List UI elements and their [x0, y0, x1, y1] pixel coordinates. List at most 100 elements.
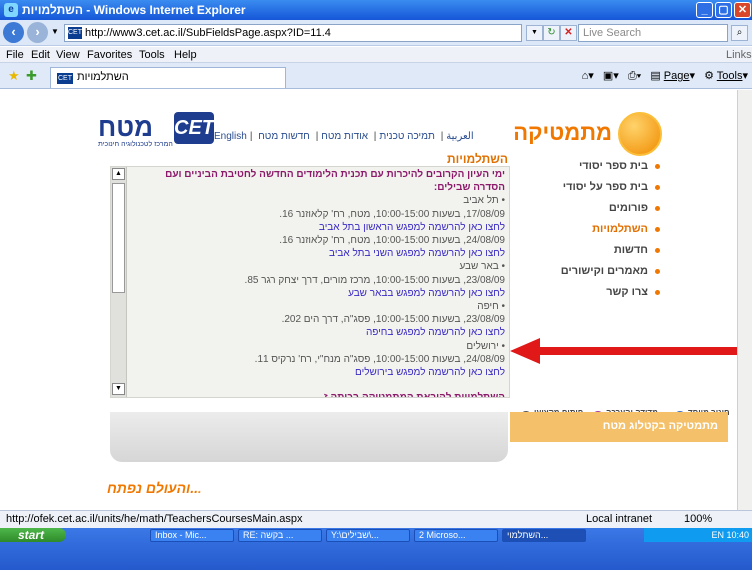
subject-button[interactable]: מדע וטכנולוגיה — [563, 466, 605, 508]
subject-button[interactable]: מקרא — [303, 466, 345, 508]
url-input[interactable]: CET http://www3.cet.ac.il/SubFieldsPage.a… — [64, 24, 522, 42]
tab-bar: ★ ✚ CET השתלמויות ⌂▾ ▣▾ ⎙▾ ▤ Page▾ ⚙ Tool… — [0, 63, 752, 89]
start-button[interactable]: start — [0, 528, 66, 542]
textbox-scrollbar[interactable]: ▲ ▼ — [111, 167, 127, 397]
zone-text: Local intranet — [586, 513, 653, 525]
close-button[interactable]: ✕ — [734, 2, 751, 18]
catalog-link[interactable]: מתמטיקה בקטלוג מטח — [510, 412, 728, 442]
subject-button[interactable]: חינוך לשוני — [615, 466, 657, 508]
page-title: השתלמויות — [447, 152, 508, 166]
text-line: • תל אביב — [463, 195, 505, 207]
math-brand[interactable]: מתמטיקה — [513, 112, 662, 156]
address-bar: ‹ › ▼ CET http://www3.cet.ac.il/SubFields… — [0, 20, 752, 46]
page-content: מטח CET המרכז לטכנולוגיה חינוכית English… — [0, 90, 737, 510]
subject-button[interactable]: תרבות ישראל — [251, 466, 293, 508]
text-line: • חיפה — [477, 301, 505, 313]
registration-link[interactable]: לחצו כאן להרשמה למפגש בבאר שבע — [132, 287, 505, 300]
print-icon[interactable]: ⎙▾ — [628, 70, 641, 82]
text-line: • באר שבע — [459, 261, 505, 273]
restore-button[interactable]: ▢ — [715, 2, 732, 18]
window-titlebar[interactable]: e השתלמויות - Windows Internet Explorer … — [0, 0, 752, 20]
red-arrow-icon — [510, 338, 737, 364]
subject-button[interactable]: חינוך טכנולוגי — [511, 466, 553, 508]
menu-favorites[interactable]: Favorites — [87, 49, 132, 61]
subject-button[interactable]: היסטוריה — [459, 466, 501, 508]
page-scrollbar[interactable] — [737, 90, 752, 510]
scroll-down-icon[interactable]: ▼ — [112, 383, 125, 395]
sidenav-courses[interactable]: השתלמויות — [520, 223, 662, 244]
back-icon[interactable]: ‹ — [3, 22, 24, 43]
tools-menu[interactable]: ⚙ Tools▾ — [704, 70, 748, 82]
feeds-icon[interactable]: ▣▾ — [603, 70, 619, 82]
minimize-button[interactable]: _ — [696, 2, 713, 18]
command-bar: ⌂▾ ▣▾ ⎙▾ ▤ Page▾ ⚙ Tools▾ — [576, 69, 748, 83]
system-tray: EN 10:40 — [644, 528, 752, 542]
sidenav-forums[interactable]: פורומים — [520, 202, 662, 223]
sidenav-news[interactable]: חדשות — [520, 244, 662, 265]
tagline: והעולם נפתח... — [107, 480, 202, 496]
menu-help[interactable]: Help — [174, 49, 197, 61]
sidenav-secondary[interactable]: בית ספר על יסודי — [520, 181, 662, 202]
toplink-news[interactable]: חדשות מטח — [258, 131, 310, 142]
ie-icon: e — [4, 3, 18, 17]
sidenav-articles[interactable]: מאמרים וקישורים — [520, 265, 662, 286]
cet-logo[interactable]: מטח CET המרכז לטכנולוגיה חינוכית — [98, 112, 214, 148]
side-navigation: בית ספר יסודי בית ספר על יסודי פורומים ה… — [520, 160, 662, 307]
sidenav-contact[interactable]: צרו קשר — [520, 286, 662, 307]
orange-circle-icon — [618, 112, 662, 156]
site-favicon: CET — [68, 27, 82, 39]
stop-icon[interactable]: ✕ — [560, 25, 577, 41]
page-menu[interactable]: ▤ Page▾ — [650, 70, 695, 82]
subjects-row: והעולם נפתח... חינוך לשוני מדע וטכנולוגי… — [85, 466, 730, 510]
text-line: 23/08/09, בשעות 10:00-15:00, מרכז מורים,… — [244, 274, 505, 286]
subject-button[interactable]: גיאוגרפיה — [355, 466, 397, 508]
url-dropdown-icon[interactable]: ▼ — [526, 25, 543, 41]
text-line: ימי העיון הקרובים להיכרות עם תכנית הלימו… — [165, 169, 505, 194]
taskbar-task[interactable]: Y:\שבילים\... — [326, 529, 410, 542]
text-line: 17/08/09, בשעות 10:00-15:00, מטח, רח' קל… — [279, 208, 505, 220]
courses-textbox: ▲ ▼ ימי העיון הקרובים להיכרות עם תכנית ה… — [110, 166, 510, 398]
text-line: • ירושלים — [466, 340, 505, 352]
top-links: English | العربية| תמיכה טכנית| אודות מטח… — [214, 131, 474, 142]
toplink-support[interactable]: תמיכה טכנית — [379, 131, 435, 142]
cet-mark-icon: CET — [174, 112, 214, 144]
scroll-thumb[interactable] — [112, 183, 125, 293]
taskbar-task[interactable]: השתלמוי... — [502, 529, 586, 542]
menu-view[interactable]: View — [56, 49, 80, 61]
registration-link[interactable]: לחצו כאן להרשמה למפגש בחיפה — [132, 326, 505, 339]
status-text: http://ofek.cet.ac.il/units/he/math/Teac… — [6, 513, 303, 525]
textbox-content: ימי העיון הקרובים להיכרות עם תכנית הלימו… — [128, 167, 509, 397]
tab-current[interactable]: CET השתלמויות — [50, 67, 286, 88]
taskbar-task[interactable]: RE: בקשה ... — [238, 529, 322, 542]
toplink-english[interactable]: English — [214, 131, 247, 142]
refresh-icon[interactable]: ↻ — [543, 25, 560, 41]
taskbar: start Inbox - Mic... RE: בקשה ... Y:\שבי… — [0, 528, 752, 570]
menu-links[interactable]: Links — [726, 49, 752, 61]
add-favorites-icon[interactable]: ✚ — [26, 68, 37, 84]
menu-bar: File Edit View Favorites Tools Help Link… — [0, 47, 752, 63]
scroll-up-icon[interactable]: ▲ — [112, 168, 125, 180]
home-icon[interactable]: ⌂▾ — [582, 70, 594, 82]
forward-icon[interactable]: › — [27, 22, 48, 43]
menu-edit[interactable]: Edit — [31, 49, 50, 61]
subject-button[interactable]: הגיל הרך — [199, 466, 241, 508]
menu-tools[interactable]: Tools — [139, 49, 165, 61]
menu-file[interactable]: File — [6, 49, 24, 61]
text-line: 24/08/09, בשעות 10:00-15:00, מטח, רח' קל… — [279, 235, 505, 247]
favorites-star-icon[interactable]: ★ — [8, 68, 20, 84]
toplink-arabic[interactable]: العربية — [446, 131, 473, 142]
section-heading[interactable]: השתלמויות להוראת המתמטיקה בכיתה ז — [132, 391, 505, 397]
registration-link[interactable]: לחצו כאן להרשמה למפגש השני בתל אביב — [132, 247, 505, 260]
history-dropdown-icon[interactable]: ▼ — [51, 27, 59, 36]
zoom-level[interactable]: 100% — [684, 513, 712, 525]
search-input[interactable]: Live Search — [578, 24, 728, 42]
registration-link[interactable]: לחצו כאן להרשמה למפגש בירושלים — [132, 366, 505, 379]
taskbar-task[interactable]: 2 Microso... — [414, 529, 498, 542]
registration-link[interactable]: לחצו כאן להרשמה למפגש הראשון בתל אביב — [132, 221, 505, 234]
search-icon[interactable]: ⌕ — [731, 25, 748, 41]
taskbar-task[interactable]: Inbox - Mic... — [150, 529, 234, 542]
subject-button[interactable]: אזרחות — [407, 466, 449, 508]
toplink-about[interactable]: אודות מטח — [321, 131, 368, 142]
catalog-banner — [110, 412, 508, 462]
sidenav-elementary[interactable]: בית ספר יסודי — [520, 160, 662, 181]
